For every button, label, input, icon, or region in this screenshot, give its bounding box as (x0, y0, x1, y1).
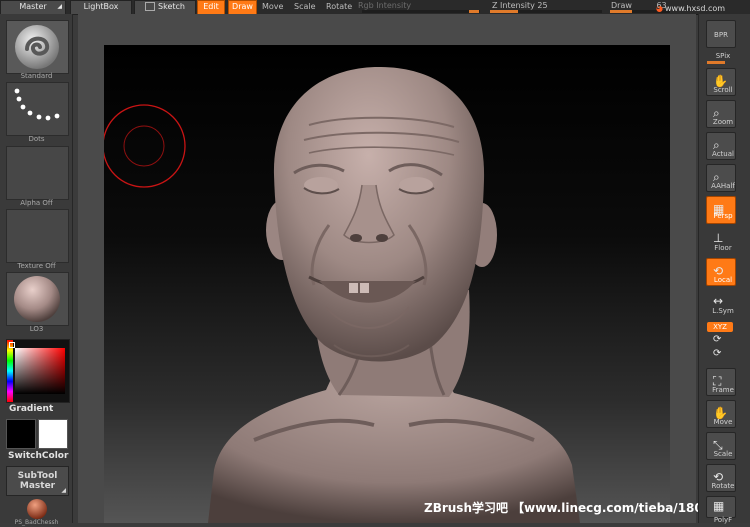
brush-caption: Standard (20, 72, 53, 80)
z-intensity-label: Z Intensity 25 (492, 1, 548, 10)
z-intensity-fill[interactable] (490, 10, 518, 13)
hue-strip[interactable] (7, 340, 13, 402)
right-shelf: BPR SPix ✋ Scroll ⌕ Zoom ⌕ Actual ⌕ AAHa… (698, 14, 750, 524)
subtool-label-line2: Master (19, 481, 56, 491)
material-caption: LO3 (29, 325, 44, 333)
brush-cursor-outer-ring (104, 104, 186, 188)
rotate-z-icon[interactable]: ⟳ (713, 346, 721, 362)
material-label: Master (19, 2, 47, 11)
scroll-label: Scroll (713, 86, 733, 94)
material-button[interactable]: Master ◢ (0, 0, 66, 15)
stroke-caption: Dots (28, 135, 45, 143)
material-ball-icon[interactable] (26, 498, 48, 520)
rgb-intensity-knob[interactable] (469, 10, 479, 13)
zoom-label: Zoom (712, 118, 734, 126)
floor-button[interactable]: ⊥ (709, 231, 733, 245)
subtool-label-line1: SubTool (17, 471, 58, 481)
brush-selector[interactable] (6, 20, 69, 74)
alpha-selector[interactable] (6, 146, 69, 200)
sketch-checkbox-icon (145, 2, 156, 11)
site-watermark: ◕ www.hxsd.com (656, 4, 725, 13)
rgb-intensity-track[interactable] (362, 10, 480, 13)
floor-label: Floor (714, 244, 732, 252)
bpr-button[interactable]: BPR (706, 20, 736, 48)
sketch-button[interactable]: Sketch (134, 0, 196, 15)
subtool-master-button[interactable]: SubTool Master ◢ (6, 466, 69, 496)
left-tool-panel: Standard Dots Alpha Off Texture Off LO3 … (0, 14, 73, 526)
primary-color-swatch[interactable] (6, 419, 36, 449)
dots-stroke-icon (14, 88, 60, 121)
expand-arrow-icon: ◢ (61, 487, 66, 494)
persp-label: Persp (713, 212, 733, 220)
sculpted-head-model (104, 67, 580, 523)
rgb-intensity-label: Rgb Intensity (358, 1, 412, 10)
aahalf-label: AAHalf (711, 182, 735, 190)
actual-label: Actual (712, 150, 734, 158)
color-cursor-icon (9, 342, 15, 348)
document-canvas[interactable] (104, 45, 670, 523)
texture-caption: Texture Off (17, 262, 56, 270)
standard-brush-icon (15, 25, 59, 69)
material-sphere-icon (14, 276, 60, 322)
expand-arrow-icon: ◢ (57, 3, 62, 10)
texture-selector[interactable] (6, 209, 69, 263)
xyz-button[interactable]: XYZ (707, 322, 733, 332)
sketch-label: Sketch (158, 2, 185, 11)
edit-label: Edit (203, 2, 219, 11)
lightbox-button[interactable]: LightBox (70, 0, 132, 15)
secondary-color-swatch[interactable] (38, 419, 68, 449)
move-mode-label: Move (262, 2, 284, 11)
spix-slider[interactable] (707, 61, 725, 64)
spix-label[interactable]: SPix (701, 52, 745, 60)
scale-mode-label: Scale (294, 2, 316, 11)
tieba-watermark: ZBrush学习吧 【www.linecg.com/tieba/1802】 (424, 501, 724, 515)
polyframe-icon: ▦ (713, 499, 725, 513)
switchcolor-button[interactable]: SwitchColor (8, 451, 68, 461)
stroke-selector[interactable] (6, 82, 69, 136)
brush-cursor-inner-ring (123, 125, 165, 167)
gradient-label[interactable]: Gradient (9, 404, 53, 414)
color-picker[interactable] (6, 339, 70, 403)
edit-button[interactable]: Edit (197, 0, 225, 15)
local-label: Local (713, 276, 733, 284)
top-toolbar: Master ◢ LightBox Sketch Edit Draw Move … (0, 0, 750, 15)
rotate-label: Rotate (711, 482, 735, 490)
draw-size-fill[interactable] (610, 10, 632, 13)
material-selector[interactable] (6, 272, 69, 326)
saturation-square[interactable] (15, 348, 65, 394)
rotate-mode-button[interactable]: Rotate (326, 1, 352, 13)
site-watermark-text: www.hxsd.com (664, 4, 726, 13)
bottom-material-caption: PS_BadChessh (14, 519, 59, 526)
move-label: Move (713, 418, 733, 426)
rotate-mode-label: Rotate (326, 2, 353, 11)
scale-label: Scale (713, 450, 733, 458)
draw-size-label: Draw (611, 1, 632, 10)
alpha-caption: Alpha Off (20, 199, 53, 207)
bpr-label: BPR (714, 31, 728, 39)
lightbox-label: LightBox (83, 2, 119, 11)
polyf-button[interactable]: ▦ (706, 496, 736, 518)
draw-label: Draw (232, 2, 253, 11)
frame-label: Frame (712, 386, 734, 394)
hxsd-logo-icon: ◕ (656, 4, 663, 13)
move-mode-button[interactable]: Move (262, 1, 283, 13)
lsym-label: L.Sym (712, 307, 734, 315)
draw-button[interactable]: Draw (228, 0, 257, 15)
lsym-button[interactable]: ↔ (709, 294, 733, 308)
scale-mode-button[interactable]: Scale (294, 1, 316, 13)
